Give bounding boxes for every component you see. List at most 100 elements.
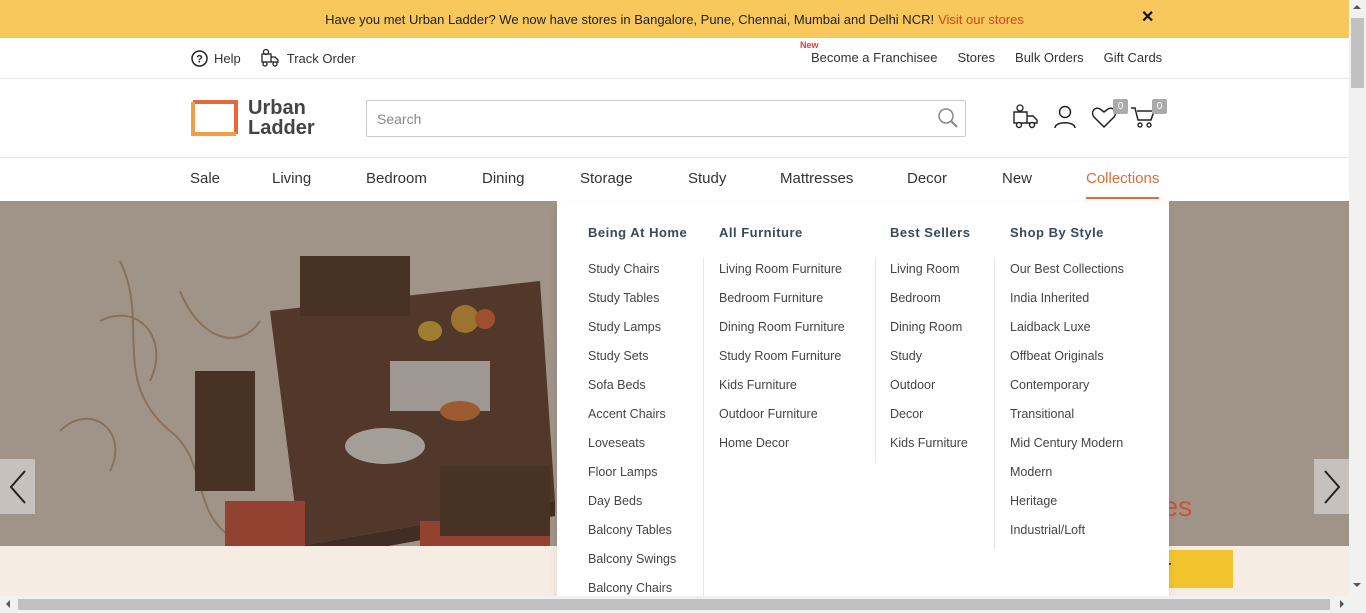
dropdown-link[interactable]: Study Sets xyxy=(588,349,687,378)
collections-dropdown: Being At Home Study Chairs Study Tables … xyxy=(557,201,1169,596)
dropdown-link[interactable]: Home Decor xyxy=(719,436,845,465)
announcement-text: Have you met Urban Ladder? We now have s… xyxy=(325,11,935,27)
dropdown-column-being-at-home: Being At Home Study Chairs Study Tables … xyxy=(588,225,687,596)
nav-item-study[interactable]: Study xyxy=(688,170,726,187)
search-icon[interactable] xyxy=(937,107,959,134)
nav-item-living[interactable]: Living xyxy=(272,170,311,187)
nav-item-collections[interactable]: Collections xyxy=(1086,170,1159,187)
nav-item-decor[interactable]: Decor xyxy=(907,170,947,187)
nav-item-dining[interactable]: Dining xyxy=(482,170,525,187)
dropdown-link[interactable]: Kids Furniture xyxy=(890,436,970,465)
column-divider xyxy=(875,258,876,463)
close-icon[interactable]: ✕ xyxy=(1141,9,1155,27)
active-nav-underline xyxy=(1086,197,1159,199)
dropdown-link[interactable]: Modern xyxy=(1010,465,1124,494)
track-order-link[interactable]: Track Order xyxy=(260,48,356,68)
scroll-left-icon[interactable] xyxy=(2,600,10,608)
wishlist-icon[interactable]: 0 xyxy=(1090,99,1128,133)
dropdown-link[interactable]: Kids Furniture xyxy=(719,378,845,407)
dropdown-link[interactable]: Loveseats xyxy=(588,436,687,465)
dropdown-column-best-sellers: Best Sellers Living Room Bedroom Dining … xyxy=(890,225,970,465)
search-box xyxy=(366,100,966,137)
dropdown-column-all-furniture: All Furniture Living Room Furniture Bedr… xyxy=(719,225,845,465)
franchisee-link[interactable]: New Become a Franchisee xyxy=(800,40,938,65)
dropdown-link[interactable]: Heritage xyxy=(1010,494,1124,523)
dropdown-link[interactable]: Accent Chairs xyxy=(588,407,687,436)
dropdown-link[interactable]: Bedroom Furniture xyxy=(719,291,845,320)
dropdown-link[interactable]: Study xyxy=(890,349,970,378)
dropdown-column-shop-by-style: Shop By Style Our Best Collections India… xyxy=(1010,225,1124,552)
chevron-right-icon xyxy=(1323,469,1340,504)
new-badge: New xyxy=(800,40,819,50)
scroll-down-icon[interactable] xyxy=(1353,583,1361,591)
help-link[interactable]: ? Help xyxy=(191,49,241,67)
visit-stores-link[interactable]: Visit our stores xyxy=(938,12,1024,27)
track-order-label: Track Order xyxy=(286,50,356,66)
dropdown-link[interactable]: Our Best Collections xyxy=(1010,262,1124,291)
scroll-up-icon[interactable] xyxy=(1353,1,1361,9)
franchisee-label: Become a Franchisee xyxy=(811,50,938,65)
dropdown-link[interactable]: Study Room Furniture xyxy=(719,349,845,378)
dropdown-link[interactable]: Bedroom xyxy=(890,291,970,320)
wishlist-count-badge: 0 xyxy=(1113,99,1128,114)
dropdown-link[interactable]: Outdoor Furniture xyxy=(719,407,845,436)
dropdown-link[interactable]: Offbeat Originals xyxy=(1010,349,1124,378)
gift-cards-link[interactable]: Gift Cards xyxy=(1104,50,1163,65)
stores-link[interactable]: Stores xyxy=(957,50,995,65)
column-divider xyxy=(703,258,704,596)
main-nav: Sale Living Bedroom Dining Storage Study… xyxy=(0,158,1349,201)
nav-item-storage[interactable]: Storage xyxy=(580,170,633,187)
horizontal-scroll-thumb[interactable] xyxy=(18,599,1330,610)
dropdown-link[interactable]: Laidback Luxe xyxy=(1010,320,1124,349)
dropdown-link[interactable]: Study Tables xyxy=(588,291,687,320)
utility-bar: ? Help Track Order New Become a Franchis… xyxy=(0,38,1349,79)
dropdown-link[interactable]: Living Room Furniture xyxy=(719,262,845,291)
carousel-prev-button[interactable] xyxy=(0,459,35,514)
vertical-scroll-thumb[interactable] xyxy=(1351,18,1364,88)
horizontal-scrollbar[interactable] xyxy=(0,596,1366,613)
dropdown-link[interactable]: Transitional xyxy=(1010,407,1124,436)
dropdown-link[interactable]: Floor Lamps xyxy=(588,465,687,494)
dropdown-link[interactable]: Balcony Chairs xyxy=(588,581,687,596)
dropdown-link[interactable]: Living Room xyxy=(890,262,970,291)
dropdown-link[interactable]: Contemporary xyxy=(1010,378,1124,407)
column-heading: Being At Home xyxy=(588,225,688,240)
cart-icon[interactable]: 0 xyxy=(1129,99,1167,133)
dropdown-link[interactable]: Study Chairs xyxy=(588,262,687,291)
svg-text:?: ? xyxy=(196,53,203,65)
vertical-scrollbar[interactable] xyxy=(1349,0,1366,596)
dropdown-link[interactable]: Mid Century Modern xyxy=(1010,436,1124,465)
dropdown-link[interactable]: India Inherited xyxy=(1010,291,1124,320)
delivery-truck-icon[interactable] xyxy=(1012,103,1042,133)
dropdown-link[interactable]: Balcony Swings xyxy=(588,552,687,581)
help-icon: ? xyxy=(191,49,208,67)
user-account-icon[interactable] xyxy=(1051,103,1081,133)
logo-line-2: Ladder xyxy=(248,117,315,139)
cart-count-badge: 0 xyxy=(1152,99,1167,114)
dropdown-link[interactable]: Balcony Tables xyxy=(588,523,687,552)
dropdown-link[interactable]: Dining Room xyxy=(890,320,970,349)
carousel-next-button[interactable] xyxy=(1314,459,1349,514)
logo-mark-icon xyxy=(191,100,238,136)
column-divider xyxy=(994,258,995,548)
column-heading: Best Sellers xyxy=(890,225,971,240)
main-header: Urban Ladder 0 0 xyxy=(0,79,1349,158)
dropdown-link[interactable]: Dining Room Furniture xyxy=(719,320,845,349)
nav-item-new[interactable]: New xyxy=(1002,170,1032,187)
nav-item-sale[interactable]: Sale xyxy=(190,170,220,187)
dropdown-link[interactable]: Study Lamps xyxy=(588,320,687,349)
dropdown-link[interactable]: Sofa Beds xyxy=(588,378,687,407)
logo-line-1: Urban xyxy=(248,97,306,119)
nav-item-bedroom[interactable]: Bedroom xyxy=(366,170,427,187)
scroll-right-icon[interactable] xyxy=(1340,600,1348,608)
dropdown-link[interactable]: Outdoor xyxy=(890,378,970,407)
dropdown-link[interactable]: Day Beds xyxy=(588,494,687,523)
chevron-left-icon xyxy=(9,469,26,504)
logo[interactable]: Urban Ladder xyxy=(191,98,315,138)
dropdown-link[interactable]: Industrial/Loft xyxy=(1010,523,1124,552)
search-input[interactable] xyxy=(367,101,907,136)
column-heading: All Furniture xyxy=(719,225,803,240)
nav-item-mattresses[interactable]: Mattresses xyxy=(780,170,853,187)
bulk-orders-link[interactable]: Bulk Orders xyxy=(1015,50,1084,65)
dropdown-link[interactable]: Decor xyxy=(890,407,970,436)
